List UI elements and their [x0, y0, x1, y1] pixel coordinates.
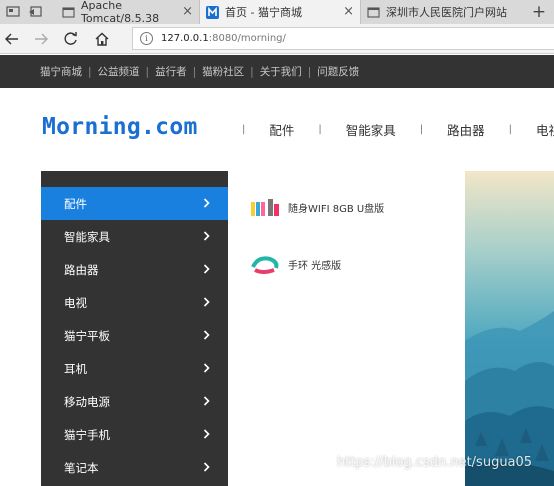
topnav-separator: | [88, 65, 92, 78]
chevron-right-icon [203, 363, 210, 373]
morning-favicon-icon [206, 5, 219, 19]
new-tab-button[interactable]: + [524, 0, 554, 24]
chevron-right-icon [203, 330, 210, 340]
tab-morning-home[interactable]: 首页 - 猫宁商城 × [200, 0, 360, 24]
tab-close-icon[interactable]: × [182, 5, 193, 19]
sidebar-item-label: 笔记本 [64, 460, 99, 475]
nav-separator: | [508, 124, 513, 135]
product-name: 随身WIFI 8GB U盘版 [288, 203, 385, 215]
chevron-right-icon [203, 198, 210, 208]
product-item-wifi-usb[interactable]: 随身WIFI 8GB U盘版 [250, 196, 384, 218]
nav-separator: | [242, 124, 246, 135]
info-icon[interactable]: i [140, 32, 153, 45]
hero-banner-image[interactable] [465, 171, 554, 486]
category-dropdown-panel: 随身WIFI 8GB U盘版 手环 光感版 [228, 171, 465, 486]
chevron-right-icon [203, 231, 210, 241]
nav-item-router[interactable]: 路由器 [447, 120, 485, 139]
topnav-separator: | [307, 65, 312, 78]
topnav-separator: | [250, 65, 254, 78]
browser-tab-bar: Apache Tomcat/8.5.38 × 首页 - 猫宁商城 × 深圳市人民… [0, 0, 554, 25]
refresh-icon[interactable] [62, 30, 80, 48]
sidebar-item-label: 猫宁平板 [64, 328, 110, 343]
main-nav: | 配件 | 智能家具 | 路由器 | 电视 [242, 120, 554, 139]
url-path: :8080/morning/ [208, 33, 286, 44]
url-host: 127.0.0.1 [161, 33, 209, 44]
topnav-link-walker[interactable]: 益行者 [155, 64, 187, 79]
sidebar-item-router[interactable]: 路由器 [41, 253, 228, 286]
usb-drive-thumbnail [251, 199, 279, 216]
chevron-right-icon [203, 297, 210, 307]
product-item-band[interactable]: 手环 光感版 [250, 253, 341, 275]
product-name: 手环 光感版 [288, 260, 342, 272]
sidebar-item-label: 猫宁手机 [64, 427, 110, 442]
fitness-band-thumbnail [251, 256, 279, 274]
sidebar-item-label: 电视 [64, 295, 87, 310]
tab-preview-icon[interactable] [6, 6, 20, 18]
site-top-nav: 猫宁商城 | 公益频道 | 益行者 | 猫粉社区 | 关于我们 | 问题反馈 [0, 55, 554, 88]
tab-title: 深圳市人民医院门户网站 [386, 6, 507, 19]
tab-title: 首页 - 猫宁商城 [225, 6, 302, 19]
tab-tomcat[interactable]: Apache Tomcat/8.5.38 × [56, 0, 200, 25]
category-sidebar: 配件 智能家具 路由器 电视 猫宁平板 耳机 移动电源 猫宁手机 笔记本 [41, 171, 228, 486]
topnav-separator: | [192, 65, 197, 78]
back-arrow-icon[interactable] [3, 30, 21, 48]
chevron-right-icon [203, 462, 210, 472]
page-favicon-icon [367, 6, 380, 19]
nav-item-accessories[interactable]: 配件 [269, 120, 294, 139]
sidebar-item-label: 配件 [64, 196, 87, 211]
chevron-right-icon [203, 396, 210, 406]
sidebar-item-label: 移动电源 [64, 394, 110, 409]
nav-item-smart-home[interactable]: 智能家具 [346, 120, 396, 139]
landscape-illustration [465, 171, 554, 486]
topnav-link-community[interactable]: 猫粉社区 [202, 64, 244, 79]
topnav-separator: | [145, 65, 150, 78]
sidebar-item-accessories[interactable]: 配件 [41, 187, 228, 220]
site-logo[interactable]: Morning.com [42, 114, 198, 140]
sidebar-item-tablet[interactable]: 猫宁平板 [41, 319, 228, 352]
nav-separator: | [318, 124, 322, 135]
sidebar-item-laptop[interactable]: 笔记本 [41, 451, 228, 484]
address-bar: i 127.0.0.1:8080/morning/ [0, 24, 554, 54]
sidebar-item-headphones[interactable]: 耳机 [41, 352, 228, 385]
tab-hospital[interactable]: 深圳市人民医院门户网站 [360, 0, 518, 24]
chevron-right-icon [203, 429, 210, 439]
sidebar-item-tv[interactable]: 电视 [41, 286, 228, 319]
chevron-right-icon [203, 264, 210, 274]
watermark-text: https://blog.csdn.net/sugua05 [337, 455, 533, 470]
home-icon[interactable] [93, 30, 111, 48]
sidebar-item-label: 智能家具 [64, 229, 110, 244]
forward-arrow-icon[interactable] [32, 30, 50, 48]
topnav-link-charity[interactable]: 公益频道 [98, 64, 140, 79]
topnav-link-mall[interactable]: 猫宁商城 [40, 64, 82, 79]
topnav-link-feedback[interactable]: 问题反馈 [317, 64, 359, 79]
sidebar-item-smart-home[interactable]: 智能家具 [41, 220, 228, 253]
tab-close-icon[interactable]: × [343, 5, 354, 19]
sidebar-item-power-bank[interactable]: 移动电源 [41, 385, 228, 418]
nav-item-tv[interactable]: 电视 [536, 120, 554, 139]
nav-separator: | [419, 124, 424, 135]
sidebar-item-label: 耳机 [64, 361, 87, 376]
tomcat-favicon-icon [62, 6, 75, 19]
tab-tools [0, 0, 56, 24]
sidebar-item-phone[interactable]: 猫宁手机 [41, 418, 228, 451]
sidebar-item-label: 路由器 [64, 262, 99, 277]
url-field[interactable]: i 127.0.0.1:8080/morning/ [132, 27, 554, 50]
topnav-link-about[interactable]: 关于我们 [260, 64, 302, 79]
tab-back-icon[interactable] [28, 6, 42, 18]
